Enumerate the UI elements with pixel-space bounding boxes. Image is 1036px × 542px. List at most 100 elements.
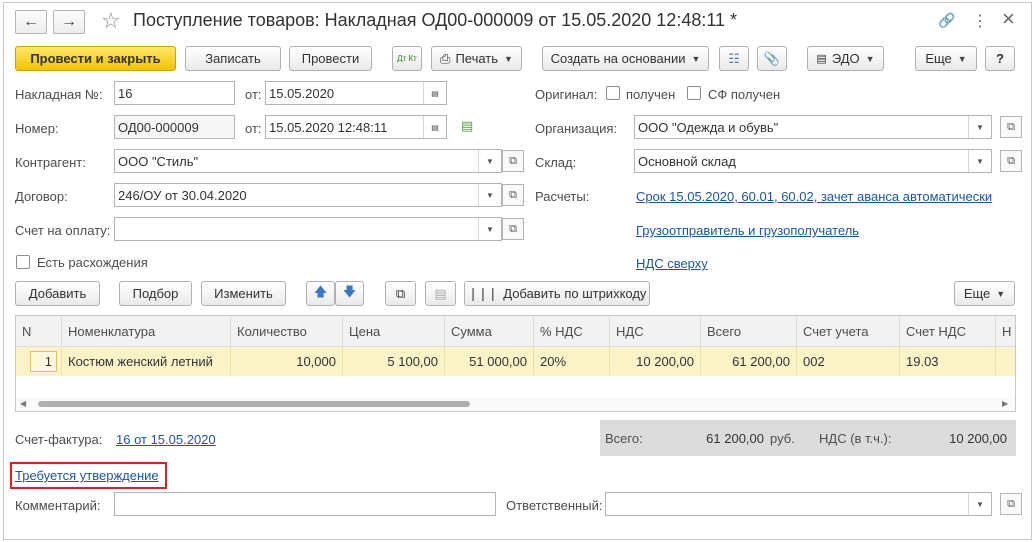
arrow-down-icon: 🡇 (342, 283, 357, 299)
create-based-on-button[interactable]: Создать на основании ▼ (542, 46, 709, 71)
move-up-button[interactable]: 🡅 (306, 281, 335, 306)
open-responsible-button[interactable]: ⧉ (1000, 493, 1022, 515)
help-button[interactable]: ? (985, 46, 1015, 71)
chevron-down-icon[interactable]: ▼ (968, 493, 991, 515)
cell-total[interactable]: 61 200,00 (701, 347, 797, 375)
vat-total-value: 10 200,00 (949, 431, 1007, 446)
approval-required-link[interactable]: Требуется утверждение (15, 468, 159, 483)
invoice-date-field[interactable]: 15.05.2020 ▤ (265, 81, 447, 105)
post-button[interactable]: Провести (289, 46, 372, 71)
scrollbar-thumb[interactable] (38, 401, 470, 407)
close-icon[interactable]: × (1002, 6, 1015, 32)
save-button[interactable]: Записать (185, 46, 281, 71)
vat-included-label: НДС (в т.ч.): (819, 431, 892, 446)
chevron-down-icon[interactable]: ▼ (478, 150, 501, 172)
more-label: Еще (925, 51, 952, 66)
invoice-no-field[interactable]: 16 (114, 81, 235, 105)
change-button[interactable]: Изменить (201, 281, 286, 306)
table-row[interactable]: 1 Костюм женский летний 10,000 5 100,00 … (16, 347, 1015, 376)
open-icon: ⧉ (1007, 120, 1015, 133)
comment-field[interactable] (114, 492, 496, 516)
organization-value: ООО "Одежда и обувь" (638, 119, 779, 135)
column-n[interactable]: N (16, 316, 62, 346)
cell-account[interactable]: 002 (797, 347, 900, 375)
forward-button[interactable]: → (53, 10, 85, 34)
organization-field[interactable]: ООО "Одежда и обувь" ▼ (634, 115, 992, 139)
calendar-icon[interactable]: ▤ (423, 82, 446, 104)
cell-sum[interactable]: 51 000,00 (445, 347, 534, 375)
scroll-right-icon[interactable]: ▶ (1002, 399, 1008, 408)
more-vertical-icon[interactable]: ⋮ (972, 11, 988, 31)
open-organization-button[interactable]: ⧉ (1000, 116, 1022, 138)
settlements-link[interactable]: Срок 15.05.2020, 60.01, 60.02, зачет ава… (636, 189, 992, 204)
cell-qty[interactable]: 10,000 (231, 347, 343, 375)
open-warehouse-button[interactable]: ⧉ (1000, 150, 1022, 172)
cell-vat-rate[interactable]: 20% (534, 347, 610, 375)
shipper-consignee-link[interactable]: Грузоотправитель и грузополучатель (636, 223, 859, 238)
structure-button[interactable]: ☷ (719, 46, 749, 71)
selection-button[interactable]: Подбор (119, 281, 192, 306)
column-qty[interactable]: Количество (231, 316, 343, 346)
edo-button[interactable]: ▤ ЭДО ▼ (807, 46, 884, 71)
hierarchy-icon: ☷ (728, 50, 740, 66)
open-contract-button[interactable]: ⧉ (502, 184, 524, 206)
open-payment-account-button[interactable]: ⧉ (502, 218, 524, 240)
print-button[interactable]: ⎙ Печать ▼ (431, 46, 522, 71)
goods-table: N Номенклатура Количество Цена Сумма % Н… (15, 315, 1016, 412)
column-price[interactable]: Цена (343, 316, 445, 346)
link-icon[interactable]: 🔗 (938, 12, 955, 29)
cell-n[interactable]: 1 (16, 347, 62, 375)
horizontal-scrollbar[interactable]: ◀ ▶ (16, 397, 1015, 411)
doc-datetime-field[interactable]: 15.05.2020 12:48:11 ▤ (265, 115, 447, 139)
discrepancy-checkbox[interactable] (16, 255, 30, 269)
chevron-down-icon[interactable]: ▼ (478, 218, 501, 240)
dt-kt-button[interactable]: Дт Кт (392, 46, 422, 71)
paste-button[interactable]: ▤ (425, 281, 456, 306)
payment-account-field[interactable]: ▼ (114, 217, 502, 241)
contract-value: 246/ОУ от 30.04.2020 (118, 187, 247, 203)
responsible-field[interactable]: ▼ (605, 492, 992, 516)
post-and-close-button[interactable]: Провести и закрыть (15, 46, 176, 71)
add-row-button[interactable]: Добавить (15, 281, 100, 306)
dt-kt-icon: Дт Кт (397, 53, 417, 63)
cell-vat-account[interactable]: 19.03 (900, 347, 996, 375)
table-more-button[interactable]: Еще ▼ (954, 281, 1015, 306)
column-vat[interactable]: НДС (610, 316, 701, 346)
column-total[interactable]: Всего (701, 316, 797, 346)
scroll-left-icon[interactable]: ◀ (20, 399, 26, 408)
invoice-link[interactable]: 16 от 15.05.2020 (116, 432, 216, 447)
column-sum[interactable]: Сумма (445, 316, 534, 346)
open-counterparty-button[interactable]: ⧉ (502, 150, 524, 172)
counterparty-field[interactable]: ООО "Стиль" ▼ (114, 149, 502, 173)
number-field[interactable]: ОД00-000009 (114, 115, 235, 139)
history-icon[interactable]: ▤ (461, 118, 473, 134)
chevron-down-icon[interactable]: ▼ (478, 184, 501, 206)
add-by-barcode-button[interactable]: ❘❘❘ Добавить по штрихкоду (464, 281, 650, 306)
move-down-button[interactable]: 🡇 (335, 281, 364, 306)
paperclip-icon: 📎 (763, 50, 781, 66)
warehouse-field[interactable]: Основной склад ▼ (634, 149, 992, 173)
vat-on-top-link[interactable]: НДС сверху (636, 256, 708, 271)
attach-button[interactable]: 📎 (757, 46, 787, 71)
open-icon: ⧉ (1007, 154, 1015, 167)
column-extra[interactable]: Н (996, 316, 1015, 346)
calendar-icon[interactable]: ▤ (423, 116, 446, 138)
copy-button[interactable]: ⧉ (385, 281, 416, 306)
cell-vat[interactable]: 10 200,00 (610, 347, 701, 375)
counterparty-value: ООО "Стиль" (118, 153, 199, 169)
cell-item[interactable]: Костюм женский летний (62, 347, 231, 375)
column-vat-rate[interactable]: % НДС (534, 316, 610, 346)
sf-received-checkbox[interactable] (687, 86, 701, 100)
cell-price[interactable]: 5 100,00 (343, 347, 445, 375)
chevron-down-icon[interactable]: ▼ (968, 116, 991, 138)
column-vat-account[interactable]: Счет НДС (900, 316, 996, 346)
contract-field[interactable]: 246/ОУ от 30.04.2020 ▼ (114, 183, 502, 207)
column-item[interactable]: Номенклатура (62, 316, 231, 346)
favorite-star-icon[interactable]: ☆ (101, 8, 121, 34)
arrow-up-icon: 🡅 (313, 283, 328, 299)
original-received-checkbox[interactable] (606, 86, 620, 100)
more-button[interactable]: Еще ▼ (915, 46, 977, 71)
back-button[interactable]: ← (15, 10, 47, 34)
column-account[interactable]: Счет учета (797, 316, 900, 346)
chevron-down-icon[interactable]: ▼ (968, 150, 991, 172)
